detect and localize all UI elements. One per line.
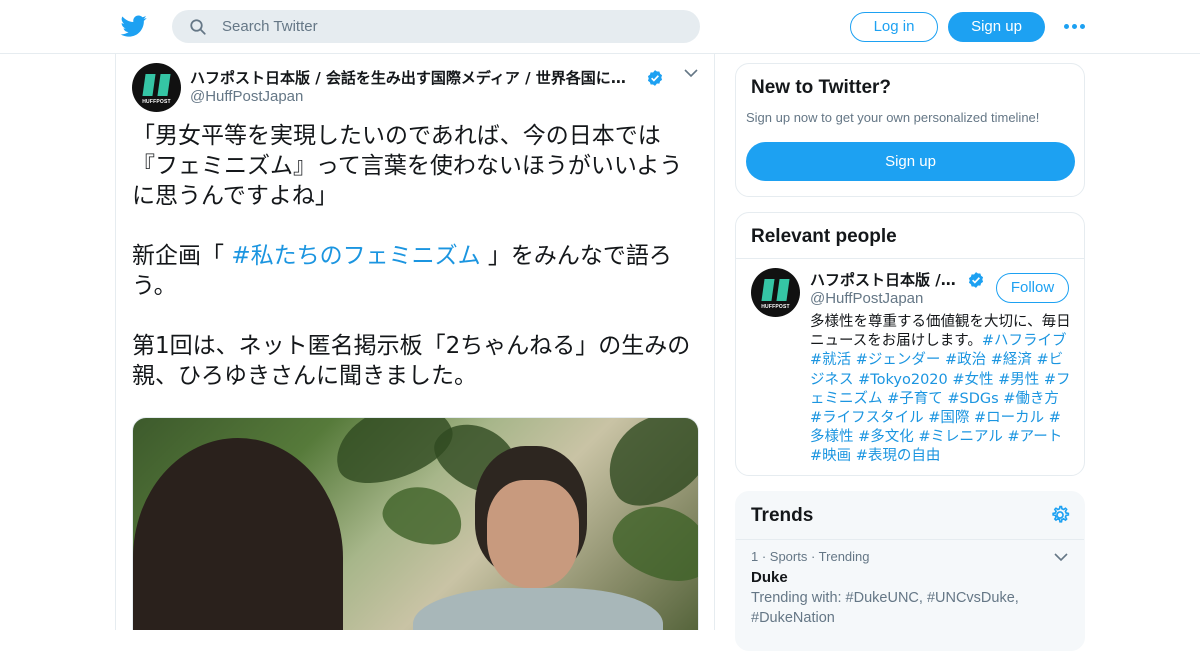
avatar-label: HUFFPOST (761, 304, 790, 310)
trend-trending-with: Trending with: #DukeUNC, #UNCvsDuke, #Du… (751, 590, 1019, 626)
tweet-author-name[interactable]: ハフポスト日本版 / 会話を生み出す国際メディア / 世界各国に広がるネットワー… (190, 67, 638, 87)
gear-icon[interactable] (1049, 504, 1071, 526)
verified-badge-icon (647, 70, 663, 86)
avatar-label: HUFFPOST (142, 99, 171, 105)
search-box[interactable] (172, 10, 700, 43)
bio-hashtags[interactable]: #ハフライブ #就活 #ジェンダー #政治 #経済 #ビジネス #Tokyo20… (810, 333, 1071, 464)
search-input[interactable] (222, 10, 682, 43)
avatar[interactable]: HUFFPOST (132, 63, 181, 112)
tweet-author-handle[interactable]: @HuffPostJapan (190, 88, 303, 105)
relevant-person-handle[interactable]: @HuffPostJapan (810, 290, 923, 307)
chevron-down-icon[interactable] (684, 68, 698, 78)
trend-name[interactable]: Duke (751, 569, 788, 586)
twitter-bird-icon[interactable] (120, 13, 148, 39)
avatar[interactable]: HUFFPOST (751, 268, 800, 317)
trend-meta: 1 · Sports · Trending (751, 549, 870, 564)
verified-badge-icon (968, 272, 984, 288)
tweet-paragraph: 第1回は、ネット匿名掲示板「2ちゃんねる」の生みの親、ひろゆきさんに聞きました。 (132, 333, 691, 389)
new-to-twitter-subtitle: Sign up now to get your own personalized… (746, 110, 1040, 125)
relevant-person-name[interactable]: ハフポスト日本版 / 会話を生み出す国際メディア (810, 269, 960, 290)
relevant-people-card: Relevant people HUFFPOST ハフポスト日本版 / 会話を生… (735, 212, 1085, 476)
chevron-down-icon[interactable] (1054, 552, 1068, 562)
new-to-twitter-title: New to Twitter? (751, 77, 892, 98)
card-sign-up-button[interactable]: Sign up (746, 142, 1075, 181)
top-navigation-bar: Log in Sign up (0, 0, 1200, 54)
tweet-paragraph: 新企画「 #私たちのフェミニズム 」をみんなで語ろう。 (132, 241, 704, 301)
relevant-people-title: Relevant people (751, 226, 897, 247)
trends-card: Trends 1 · Sports · Trending Duke Trendi… (735, 491, 1085, 651)
sign-up-button[interactable]: Sign up (948, 12, 1045, 42)
tweet-media-photo[interactable] (132, 417, 699, 630)
trends-title: Trends (751, 505, 814, 526)
new-to-twitter-card: New to Twitter? Sign up now to get your … (735, 63, 1085, 197)
tweet-paragraph: 「男女平等を実現したいのであれば、今の日本では『フェミニズム』って言葉を使わない… (132, 123, 683, 209)
hashtag-link[interactable]: #私たちのフェミニズム (231, 243, 480, 269)
relevant-person-bio: 多様性を尊重する価値観を大切に、毎日ニュースをお届けします。#ハフライブ #就活… (810, 313, 1072, 467)
more-dots-icon[interactable] (1064, 19, 1086, 33)
follow-button[interactable]: Follow (996, 273, 1069, 303)
log-in-button[interactable]: Log in (850, 12, 938, 42)
tweet-text: 「男女平等を実現したいのであれば、今の日本では『フェミニズム』って言葉を使わない… (132, 121, 704, 421)
tweet-text-fragment: 新企画「 (132, 243, 232, 269)
tweet-permalink: HUFFPOST ハフポスト日本版 / 会話を生み出す国際メディア / 世界各国… (115, 54, 715, 630)
search-icon (190, 19, 206, 35)
